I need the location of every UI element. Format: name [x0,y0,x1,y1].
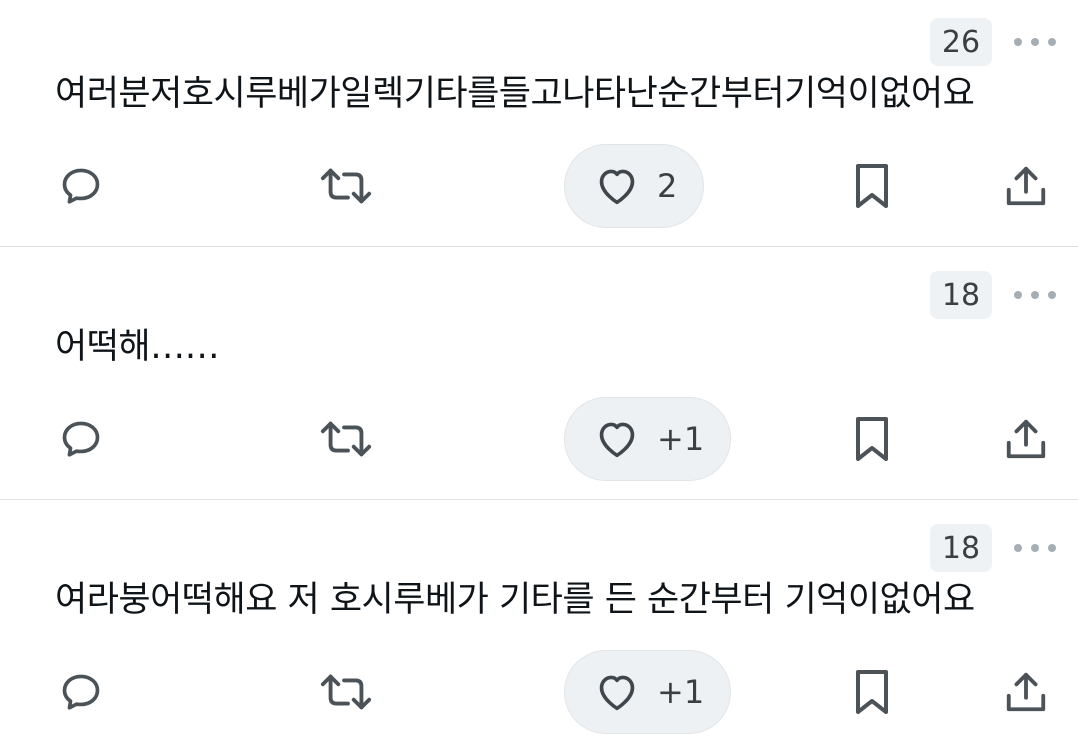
bookmark-icon [856,670,888,714]
share-button[interactable] [998,397,1054,481]
action-bar: +1 [0,650,1078,734]
bookmark-button[interactable] [850,397,894,481]
like-button[interactable]: 2 [564,144,705,228]
reply-icon [62,421,100,457]
retweet-button[interactable] [316,144,376,228]
post: 18 여라붕어떡해요 저 호시루베가 기타를 든 순간부터 기억이없어요 +1 [0,500,1078,743]
action-bar: +1 [0,397,1078,481]
heart-icon [599,675,635,711]
reply-button[interactable] [56,397,106,481]
bookmark-button[interactable] [850,144,894,228]
share-icon [1006,419,1046,459]
more-icon[interactable] [1014,290,1056,300]
post-meta: 26 [930,18,1056,66]
like-button[interactable]: +1 [564,397,732,481]
share-icon [1006,672,1046,712]
retweet-icon [320,421,372,457]
share-icon [1006,166,1046,206]
heart-icon [599,169,635,205]
reply-button[interactable] [56,650,106,734]
bookmark-icon [856,164,888,208]
post-meta: 18 [930,271,1056,319]
post: 26 여러분저호시루베가일렉기타를들고나타난순간부터기억이없어요 2 [0,0,1078,247]
post: 18 어떡해…… +1 [0,247,1078,500]
retweet-button[interactable] [316,397,376,481]
view-count-badge: 18 [930,524,992,572]
bookmark-icon [856,417,888,461]
reply-icon [62,674,100,710]
post-text: 여러분저호시루베가일렉기타를들고나타난순간부터기억이없어요 [55,74,975,114]
share-button[interactable] [998,144,1054,228]
share-button[interactable] [998,650,1054,734]
retweet-icon [320,674,372,710]
like-count: +1 [657,420,705,458]
more-icon[interactable] [1014,543,1056,553]
post-meta: 18 [930,524,1056,572]
action-bar: 2 [0,144,1078,228]
like-count: 2 [657,167,678,205]
like-count: +1 [657,673,705,711]
view-count-badge: 18 [930,271,992,319]
reply-icon [62,168,100,204]
post-text: 어떡해…… [55,327,220,367]
reply-feed: 26 여러분저호시루베가일렉기타를들고나타난순간부터기억이없어요 2 18 어떡… [0,0,1078,743]
retweet-button[interactable] [316,650,376,734]
view-count-badge: 26 [930,18,992,66]
post-text: 여라붕어떡해요 저 호시루베가 기타를 든 순간부터 기억이없어요 [55,580,975,620]
heart-icon [599,422,635,458]
reply-button[interactable] [56,144,106,228]
bookmark-button[interactable] [850,650,894,734]
more-icon[interactable] [1014,37,1056,47]
like-button[interactable]: +1 [564,650,732,734]
retweet-icon [320,168,372,204]
